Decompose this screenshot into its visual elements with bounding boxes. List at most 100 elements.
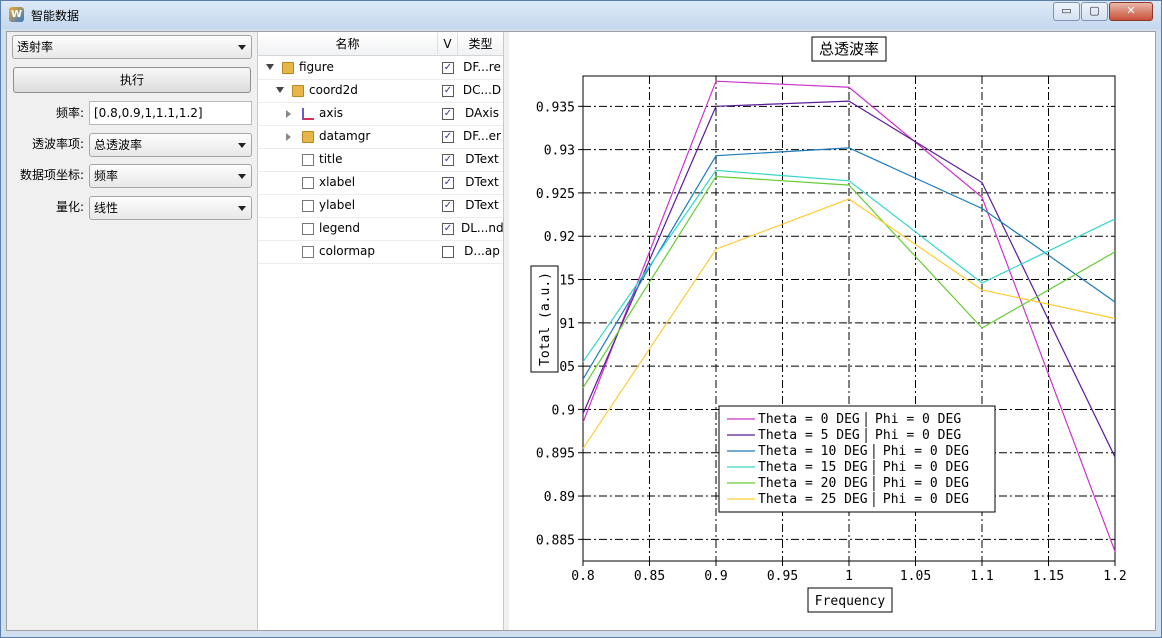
coord-select[interactable]: 频率 (89, 164, 252, 188)
tree-row-figure[interactable]: figure ✓ DF...re (258, 57, 503, 80)
coord-select-value: 频率 (94, 169, 119, 183)
x-tick-label: 1 (845, 569, 853, 584)
visible-checkbox[interactable] (442, 246, 454, 258)
tree-item-type: DText (465, 198, 499, 212)
legend-label: Theta = 10 DEG (758, 444, 868, 459)
tree-item-label: ylabel (319, 198, 356, 212)
column-header-type[interactable]: 类型 (458, 32, 503, 56)
x-tick-label: 1.15 (1033, 569, 1064, 584)
tree-item-type: DText (465, 175, 499, 189)
tree-row-datamgr[interactable]: datamgr ✓ DF...er (258, 126, 503, 149)
object-tree: 名称 V 类型 figure ✓ DF...re coord2d ✓ DC...D axis… (257, 32, 504, 630)
freq-input[interactable]: [0.8,0.9,1,1.1,1.2] (89, 101, 252, 125)
y-tick-label: 0.93 (544, 144, 575, 159)
tree-row-ylabel[interactable]: ylabel ✓ DText (258, 195, 503, 218)
legend-suffix: Phi = 0 DEG (883, 460, 969, 475)
window-title: 智能数据 (31, 9, 80, 23)
client-area: 透射率 执行 频率: [0.8,0.9,1,1.1,1.2] 透波率项: 总透波… (6, 31, 1156, 631)
legend-label: Theta = 15 DEG (758, 460, 868, 475)
chevron-down-icon (238, 45, 246, 50)
y-tick-label: 0.92 (544, 230, 575, 245)
column-header-name[interactable]: 名称 (258, 32, 438, 56)
visible-checkbox[interactable]: ✓ (442, 108, 454, 120)
mode-select[interactable]: 透射率 (12, 35, 252, 59)
expand-arrow-closed-icon[interactable] (286, 133, 291, 141)
chart-panel: 0.8 0.85 0.9 0.95 1 1.05 1.1 1.15 1.2 0.885 0.89 0.… (509, 32, 1155, 630)
app-logo-icon: W (9, 7, 24, 22)
execute-button[interactable]: 执行 (13, 67, 251, 93)
trans-select[interactable]: 总透波率 (89, 133, 252, 157)
legend-suffix: Phi = 0 DEG (883, 476, 969, 491)
quant-select-value: 线性 (94, 201, 119, 215)
y-tick-label: 0.89 (544, 490, 575, 505)
chart-title: 总透波率 (819, 40, 879, 58)
tree-item-label: datamgr (319, 129, 371, 143)
visible-checkbox[interactable]: ✓ (442, 223, 454, 235)
maximize-button[interactable]: ▢ (1081, 2, 1108, 21)
x-tick-label: 0.8 (571, 569, 594, 584)
tree-item-type: DC...D (462, 83, 502, 97)
chevron-down-icon (238, 174, 246, 179)
folder-icon (292, 85, 304, 97)
x-tick-label: 1.2 (1103, 569, 1126, 584)
tree-item-type: DF...re (463, 60, 501, 74)
coord-label: 数据项坐标: (19, 168, 84, 182)
tree-row-axis[interactable]: axis ✓ DAxis (258, 103, 503, 126)
tree-row-colormap[interactable]: colormap D...ap (258, 241, 503, 264)
trans-label: 透波率项: (31, 137, 84, 151)
app-window: W 智能数据 ▭ ▢ ✕ 透射率 执行 频率: [0.8,0.9,1,1.1,1… (0, 0, 1162, 638)
tree-row-title[interactable]: title ✓ DText (258, 149, 503, 172)
tree-item-type: DAxis (465, 106, 499, 120)
legend-suffix: Phi = 0 DEG (875, 428, 961, 443)
minimize-button[interactable]: ▭ (1053, 2, 1080, 21)
line-chart: 0.8 0.85 0.9 0.95 1 1.05 1.1 1.15 1.2 0.885 0.89 0.… (530, 36, 1127, 613)
tree-item-label: axis (319, 106, 344, 120)
y-tick-label: 0.925 (536, 187, 575, 202)
expand-arrow-closed-icon[interactable] (286, 110, 291, 118)
tree-row-coord2d[interactable]: coord2d ✓ DC...D (258, 80, 503, 103)
tree-item-label: colormap (319, 244, 375, 258)
column-header-visible[interactable]: V (438, 32, 458, 56)
visible-checkbox[interactable]: ✓ (442, 131, 454, 143)
expand-arrow-open-icon[interactable] (276, 87, 284, 93)
doc-icon (302, 200, 314, 212)
y-tick-label: 0.895 (536, 447, 575, 462)
chevron-down-icon (238, 206, 246, 211)
axis-icon (302, 108, 314, 120)
legend-suffix: Phi = 0 DEG (883, 492, 969, 507)
tree-item-type: D...ap (464, 244, 500, 258)
title-bar[interactable]: W 智能数据 ▭ ▢ ✕ (1, 1, 1161, 29)
x-tick-label: 1.05 (900, 569, 931, 584)
expand-arrow-open-icon[interactable] (266, 64, 274, 70)
doc-icon (302, 223, 314, 235)
visible-checkbox[interactable]: ✓ (442, 177, 454, 189)
freq-label: 频率: (55, 106, 84, 120)
tree-item-label: title (319, 152, 343, 166)
quant-label: 量化: (55, 200, 84, 214)
doc-icon (302, 246, 314, 258)
tree-item-label: xlabel (319, 175, 356, 189)
doc-icon (302, 154, 314, 166)
visible-checkbox[interactable]: ✓ (442, 200, 454, 212)
x-tick-label: 0.9 (704, 569, 727, 584)
tree-row-legend[interactable]: legend ✓ DL...nd (258, 218, 503, 241)
tree-item-label: figure (299, 60, 334, 74)
quant-select[interactable]: 线性 (89, 196, 252, 220)
visible-checkbox[interactable]: ✓ (442, 154, 454, 166)
visible-checkbox[interactable]: ✓ (442, 85, 454, 97)
legend-suffix: Phi = 0 DEG (875, 412, 961, 427)
tree-header: 名称 V 类型 (258, 32, 503, 56)
x-tick-label: 0.95 (767, 569, 798, 584)
tree-row-xlabel[interactable]: xlabel ✓ DText (258, 172, 503, 195)
y-tick-label: 0.9 (552, 403, 575, 418)
close-button[interactable]: ✕ (1109, 2, 1153, 21)
tree-item-type: DL...nd (461, 221, 503, 235)
folder-icon (282, 62, 294, 74)
visible-checkbox[interactable]: ✓ (442, 62, 454, 74)
control-panel: 透射率 执行 频率: [0.8,0.9,1,1.1,1.2] 透波率项: 总透波… (7, 32, 257, 630)
y-tick-label: 0.935 (536, 100, 575, 115)
tree-item-label: coord2d (309, 83, 358, 97)
x-axis-label: Frequency (815, 594, 886, 609)
doc-icon (302, 177, 314, 189)
x-tick-label: 0.85 (634, 569, 665, 584)
